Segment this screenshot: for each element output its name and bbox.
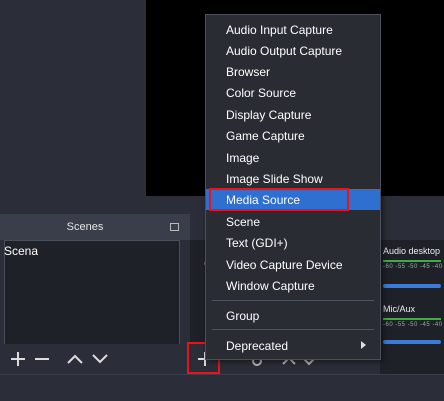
plus-icon	[11, 352, 25, 366]
level-meter	[383, 318, 441, 320]
menu-item-label: Display Capture	[226, 107, 312, 122]
remove-scene-button[interactable]	[31, 348, 53, 370]
menu-item-label: Browser	[226, 64, 271, 79]
menu-item-label: Video Capture Device	[226, 257, 343, 272]
volume-slider[interactable]	[383, 284, 441, 288]
menu-item-video-capture-device[interactable]: Video Capture Device	[206, 254, 380, 275]
menu-item-deprecated[interactable]: Deprecated	[206, 335, 380, 356]
top-background	[0, 0, 146, 196]
menu-item-audio-output-capture[interactable]: Audio Output Capture	[206, 40, 380, 61]
menu-item-label: Scene	[226, 214, 261, 229]
move-scene-down-button[interactable]	[89, 348, 111, 370]
volume-slider[interactable]	[383, 340, 441, 344]
scene-item[interactable]: Scena	[4, 244, 164, 258]
minus-icon	[35, 358, 49, 360]
menu-item-text-gdi[interactable]: Text (GDI+)	[206, 232, 380, 253]
menu-item-label: Game Capture	[226, 128, 305, 143]
menu-item-scene[interactable]: Scene	[206, 211, 380, 232]
menu-separator	[212, 329, 374, 330]
menu-separator	[212, 300, 374, 301]
mixer-channel-label: Mic/Aux	[383, 304, 416, 314]
menu-item-group[interactable]: Group	[206, 305, 380, 326]
submenu-arrow-icon	[361, 341, 366, 349]
menu-item-color-source[interactable]: Color Source	[206, 82, 380, 103]
menu-item-label: Group	[226, 308, 260, 323]
menu-item-label: Image Slide Show	[226, 171, 323, 186]
level-meter	[383, 260, 441, 262]
scenes-toolbar	[4, 344, 180, 374]
menu-item-browser[interactable]: Browser	[206, 61, 380, 82]
menu-item-image[interactable]: Image	[206, 147, 380, 168]
menu-item-label: Color Source	[226, 85, 297, 100]
mixer-channel-label: Audio desktop	[383, 246, 441, 256]
add-scene-button[interactable]	[7, 348, 29, 370]
menu-item-label: Audio Input Capture	[226, 22, 333, 37]
meter-scale: -60 -55 -50 -45 -40	[383, 322, 443, 328]
move-scene-up-button[interactable]	[64, 348, 86, 370]
menu-item-audio-input-capture[interactable]: Audio Input Capture	[206, 19, 380, 40]
status-bar	[0, 374, 444, 401]
menu-item-label: Window Capture	[226, 278, 315, 293]
audio-mixer: Audio desktop -60 -55 -50 -45 -40 Mic/Au…	[380, 240, 444, 374]
add-source-context-menu: Audio Input Capture Audio Output Capture…	[205, 14, 381, 360]
meter-scale: -60 -55 -50 -45 -40	[383, 264, 443, 270]
menu-item-display-capture[interactable]: Display Capture	[206, 104, 380, 125]
media-source-highlight	[209, 188, 349, 211]
chevron-down-icon	[92, 354, 108, 364]
menu-item-label: Image	[226, 150, 260, 165]
menu-item-label: Deprecated	[226, 338, 289, 353]
menu-item-window-capture[interactable]: Window Capture	[206, 275, 380, 296]
undock-icon[interactable]	[170, 223, 179, 231]
scenes-dock-title: Scenes	[66, 221, 104, 233]
menu-item-label: Text (GDI+)	[226, 235, 288, 250]
menu-item-image-slide-show[interactable]: Image Slide Show	[206, 168, 380, 189]
chevron-up-icon	[67, 354, 83, 364]
menu-item-label: Audio Output Capture	[226, 43, 343, 58]
menu-item-game-capture[interactable]: Game Capture	[206, 125, 380, 146]
